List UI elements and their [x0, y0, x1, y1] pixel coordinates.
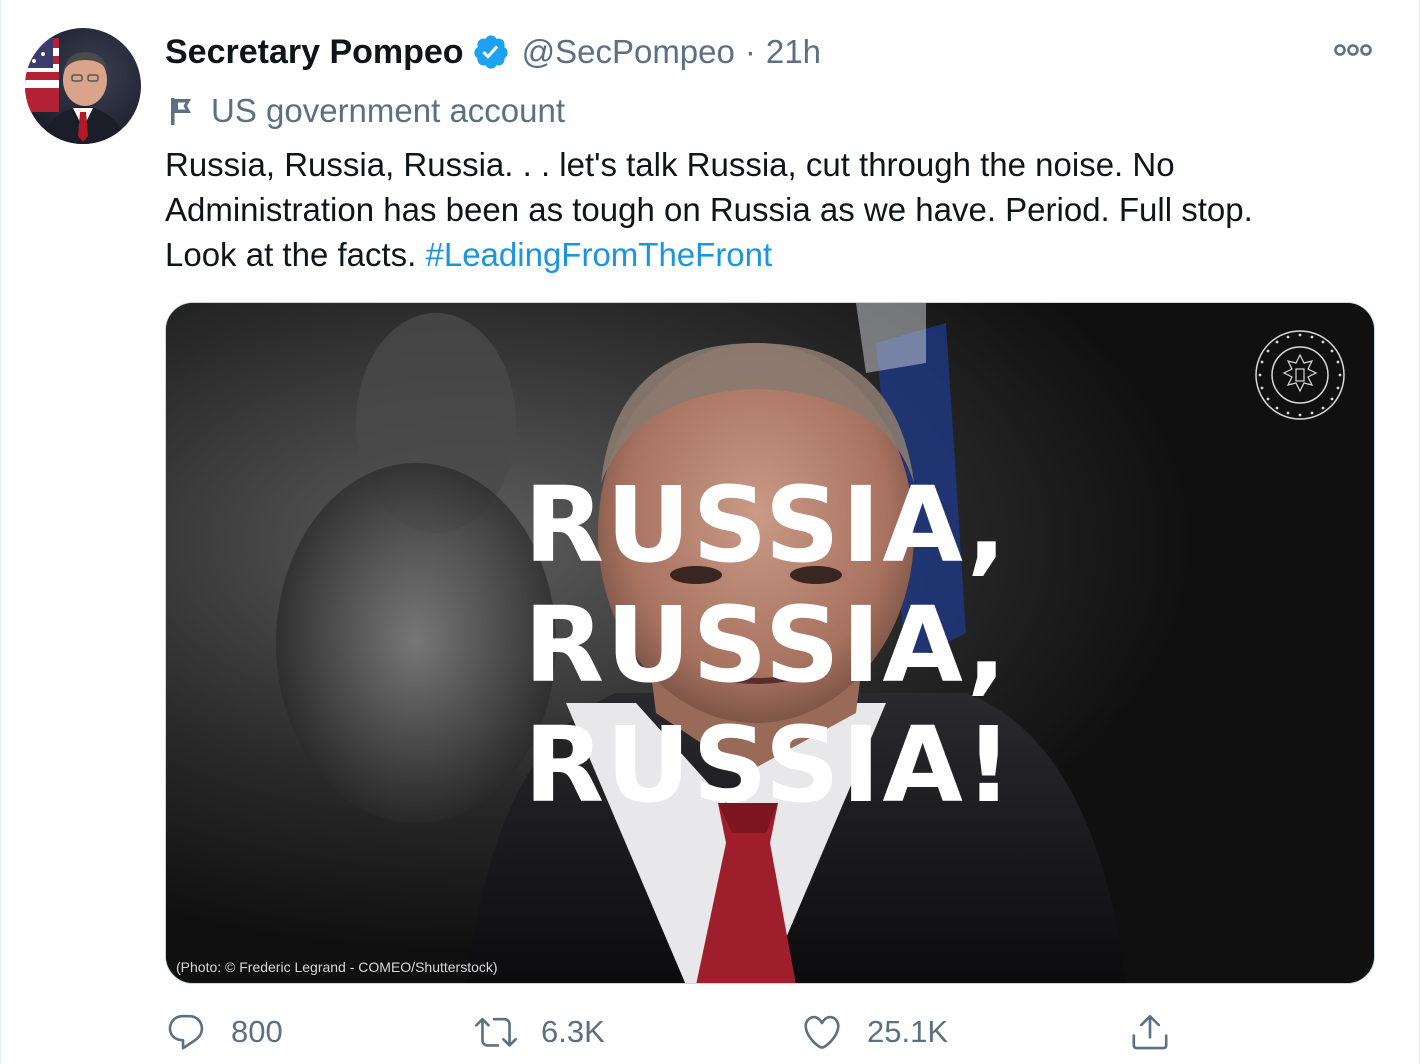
share-icon: [1132, 1014, 1168, 1050]
overlay-line-1: RUSSIA,: [524, 464, 1009, 586]
header-separator: ·: [744, 33, 756, 70]
like-button[interactable]: 25.1K: [801, 1006, 948, 1058]
avatar-image: [25, 28, 141, 144]
government-account-label[interactable]: US government account: [167, 88, 565, 134]
tweet-text-line-3: Look at the facts. #LeadingFromTheFront: [165, 232, 1385, 277]
hashtag-link[interactable]: #LeadingFromTheFront: [426, 236, 773, 273]
overlay-headline: RUSSIA, RUSSIA, RUSSIA!: [524, 465, 1044, 825]
author-handle[interactable]: @SecPompeo: [522, 33, 735, 71]
author-avatar[interactable]: [25, 28, 141, 144]
reply-count: 800: [231, 1014, 283, 1049]
more-options-icon[interactable]: [1333, 36, 1373, 64]
tweet-media-image[interactable]: RUSSIA, RUSSIA, RUSSIA! (Photo: © Freder…: [165, 302, 1375, 984]
share-button[interactable]: [1129, 1006, 1195, 1058]
retweet-icon: [475, 1017, 517, 1047]
tweet-text-line-3-prefix: Look at the facts.: [165, 236, 426, 273]
reply-icon: [168, 1014, 204, 1050]
tweet-timestamp[interactable]: 21h: [766, 33, 821, 71]
tweet-header: Secretary Pompeo @SecPompeo · 21h: [165, 28, 821, 76]
like-count: 25.1K: [867, 1014, 949, 1049]
department-of-state-seal-icon: [1255, 330, 1345, 420]
tweet-text-line-1: Russia, Russia, Russia. . . let's talk R…: [165, 146, 1175, 183]
author-display-name[interactable]: Secretary Pompeo: [165, 33, 464, 72]
overlay-line-2: RUSSIA,: [524, 584, 1009, 706]
retweet-count: 6.3K: [541, 1014, 605, 1049]
tweet-card[interactable]: Secretary Pompeo @SecPompeo · 21h US gov…: [0, 0, 1420, 1064]
reply-button[interactable]: 800: [165, 1006, 283, 1058]
flag-icon: [171, 98, 191, 125]
tweet-text-line-2: Administration has been as tough on Russ…: [165, 191, 1253, 228]
heart-icon: [804, 1015, 840, 1049]
tweet-body: Russia, Russia, Russia. . . let's talk R…: [165, 142, 1385, 277]
government-account-text: US government account: [211, 92, 566, 129]
overlay-line-3: RUSSIA!: [524, 704, 1015, 826]
retweet-button[interactable]: 6.3K: [475, 1006, 605, 1058]
verified-badge-icon: [473, 35, 508, 69]
photo-credit: (Photo: © Frederic Legrand - COMEO/Shutt…: [176, 959, 498, 975]
tweet-actions-bar: 800 6.3K 25.1K: [165, 1006, 1195, 1058]
